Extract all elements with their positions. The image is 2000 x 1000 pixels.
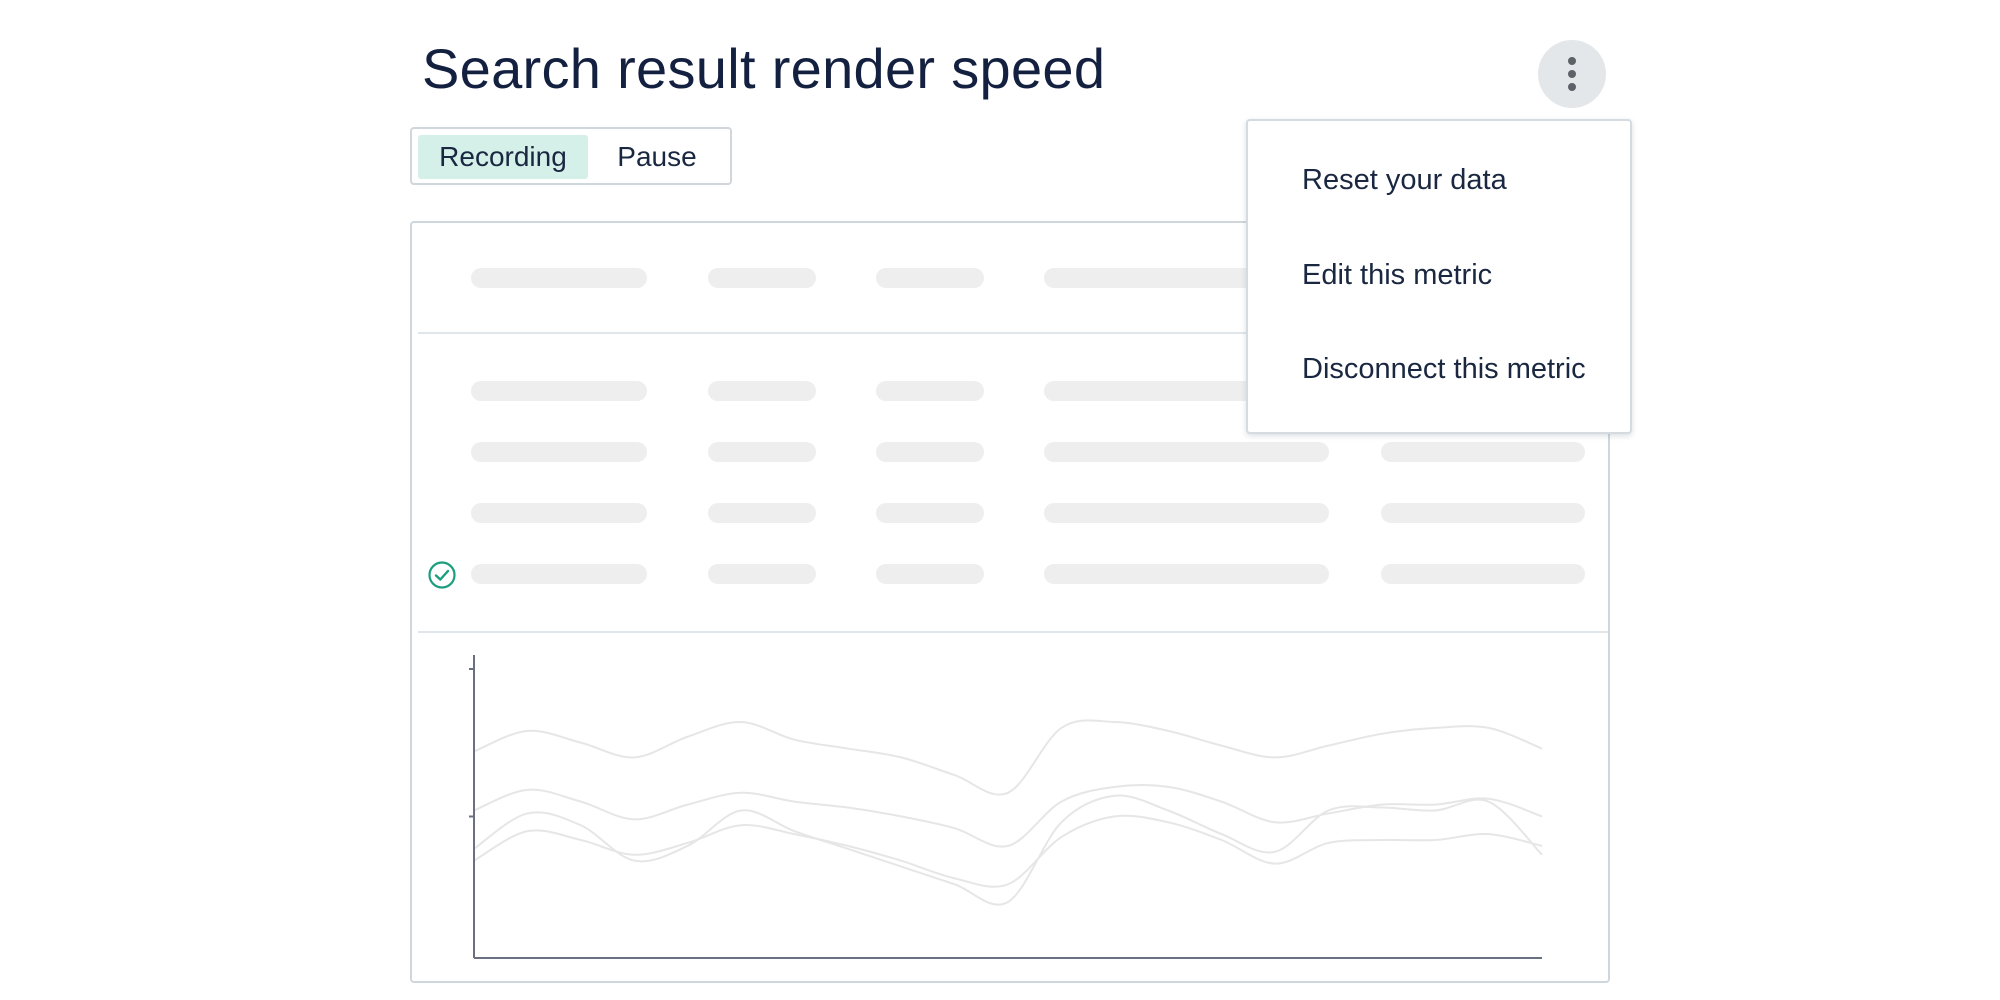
- menu-item-edit-metric[interactable]: Edit this metric: [1302, 259, 1492, 292]
- recording-toggle: Recording Pause: [410, 127, 732, 185]
- options-menu: Reset your data Edit this metric Disconn…: [1246, 119, 1632, 434]
- chart-series-line-4: [473, 814, 1543, 888]
- menu-item-reset-data[interactable]: Reset your data: [1302, 164, 1507, 197]
- chart-series-line-3: [473, 794, 1543, 906]
- chart-series-line-1: [473, 719, 1543, 796]
- recording-option[interactable]: Recording: [418, 135, 588, 179]
- page-title: Search result render speed: [422, 37, 1106, 100]
- menu-item-disconnect-metric[interactable]: Disconnect this metric: [1302, 353, 1586, 386]
- pause-option[interactable]: Pause: [588, 135, 726, 179]
- more-options-button[interactable]: [1538, 40, 1606, 108]
- chart-series-line-2: [473, 784, 1543, 848]
- chart-series-group: [473, 719, 1543, 906]
